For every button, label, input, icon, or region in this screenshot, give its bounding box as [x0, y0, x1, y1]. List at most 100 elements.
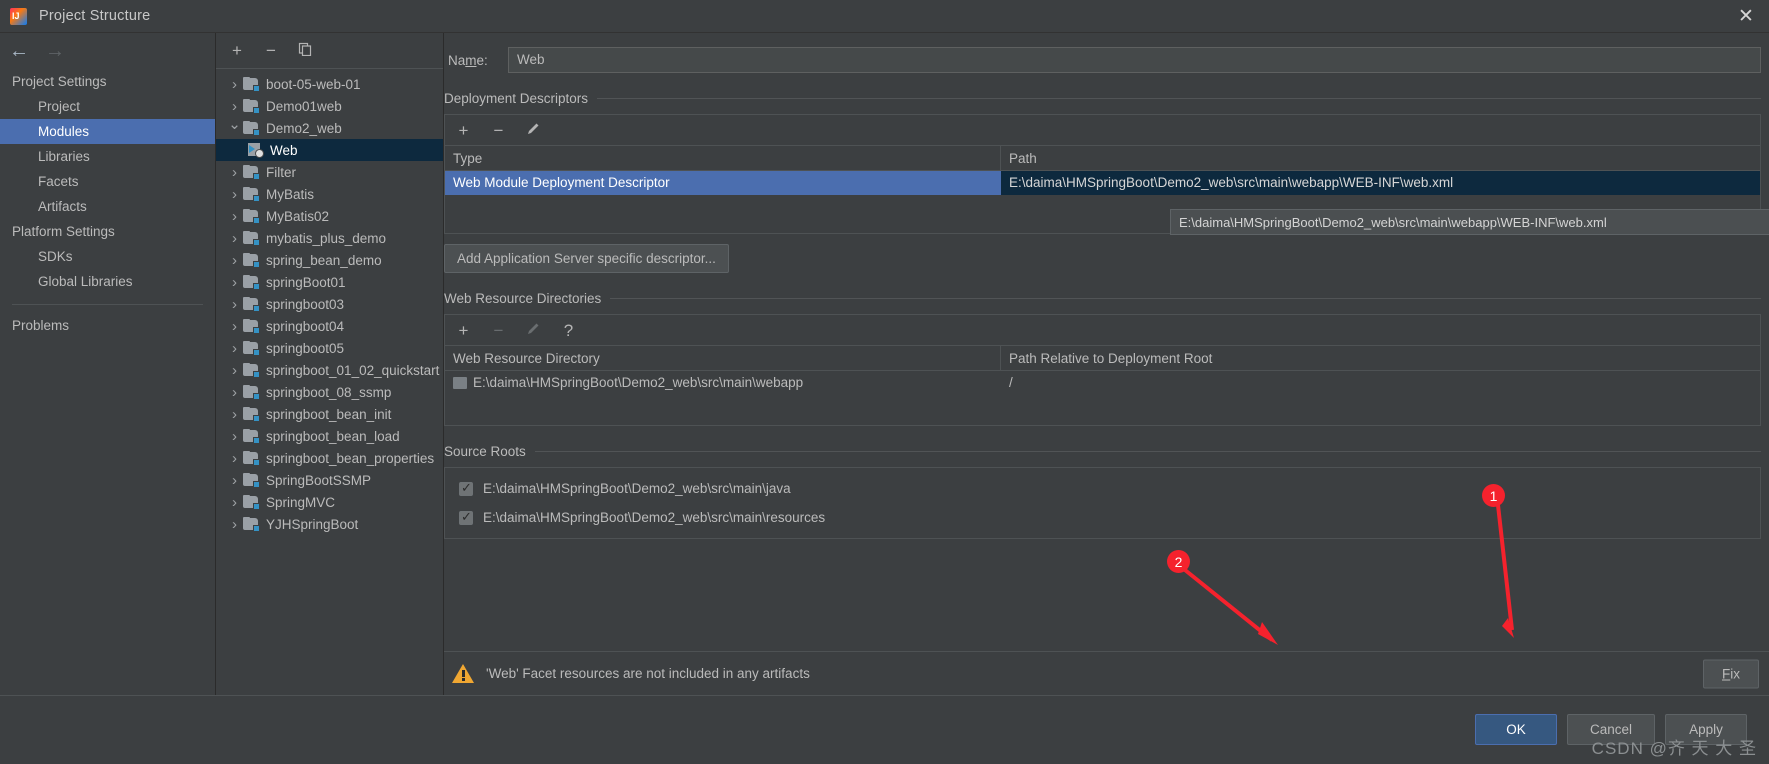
tree-row[interactable]: springBoot01: [216, 271, 443, 293]
name-input[interactable]: Web: [508, 47, 1761, 73]
tree-row[interactable]: Demo2_web: [216, 117, 443, 139]
sidebar-item-modules[interactable]: Modules: [0, 119, 215, 144]
tree-row[interactable]: springboot_bean_load: [216, 425, 443, 447]
tree-row[interactable]: springboot_08_ssmp: [216, 381, 443, 403]
source-root-label: E:\daima\HMSpringBoot\Demo2_web\src\main…: [483, 481, 791, 496]
tree-row[interactable]: YJHSpringBoot: [216, 513, 443, 535]
module-folder-icon: [243, 253, 260, 268]
sidebar-item-problems[interactable]: Problems: [0, 313, 215, 338]
chevron-down-icon[interactable]: [226, 119, 243, 137]
chevron-right-icon[interactable]: [226, 362, 243, 379]
facet-detail-panel: Name: Web Deployment Descriptors + − Typ…: [444, 33, 1769, 764]
tree-row[interactable]: springboot_bean_properties: [216, 447, 443, 469]
warning-triangle-icon: [452, 664, 474, 683]
modules-tree-list[interactable]: boot-05-web-01 Demo01web Demo2_web Web Filte…: [216, 69, 443, 764]
sidebar-item-libraries[interactable]: Libraries: [0, 144, 215, 169]
source-root-checkbox[interactable]: [459, 509, 473, 525]
module-folder-icon: [243, 517, 260, 532]
chevron-right-icon[interactable]: [226, 406, 243, 423]
tree-row[interactable]: springboot_01_02_quickstart: [216, 359, 443, 381]
column-header-path-relative: Path Relative to Deployment Root: [1009, 350, 1213, 366]
web-resource-dir-cell: E:\daima\HMSpringBoot\Demo2_web\src\main…: [445, 371, 1001, 395]
tree-row[interactable]: Demo01web: [216, 95, 443, 117]
chevron-right-icon[interactable]: [226, 494, 243, 511]
sidebar-item-sdks[interactable]: SDKs: [0, 244, 215, 269]
edit-descriptor-pencil-icon[interactable]: [525, 121, 542, 139]
source-root-label: E:\daima\HMSpringBoot\Demo2_web\src\main…: [483, 510, 826, 525]
folder-icon: [453, 377, 467, 389]
chevron-right-icon[interactable]: [226, 296, 243, 313]
sidebar-item-artifacts[interactable]: Artifacts: [0, 194, 215, 219]
remove-module-icon[interactable]: −: [262, 42, 280, 59]
sidebar-item-project[interactable]: Project: [0, 94, 215, 119]
list-item[interactable]: E:\daima\HMSpringBoot\Demo2_web\src\main…: [445, 474, 1760, 503]
chevron-right-icon[interactable]: [226, 428, 243, 445]
dialog-body: ← → Project Settings Project Modules Lib…: [0, 33, 1769, 764]
source-root-checkbox[interactable]: [459, 480, 473, 496]
copy-module-icon[interactable]: [296, 42, 314, 59]
tree-row-label: Demo2_web: [266, 120, 342, 136]
tree-row-label: MyBatis02: [266, 208, 330, 224]
remove-descriptor-icon[interactable]: −: [490, 122, 507, 139]
module-folder-icon: [243, 209, 260, 224]
add-web-resource-icon[interactable]: +: [455, 322, 472, 339]
chevron-right-icon[interactable]: [226, 230, 243, 247]
tree-row[interactable]: Filter: [216, 161, 443, 183]
forward-icon[interactable]: →: [44, 41, 66, 61]
tree-row[interactable]: spring_bean_demo: [216, 249, 443, 271]
ok-button[interactable]: OK: [1474, 714, 1557, 745]
tree-row[interactable]: springboot05: [216, 337, 443, 359]
chevron-right-icon[interactable]: [226, 274, 243, 291]
source-roots-list: E:\daima\HMSpringBoot\Demo2_web\src\main…: [444, 467, 1761, 539]
web-resource-help-icon[interactable]: ?: [560, 322, 577, 339]
chevron-right-icon[interactable]: [226, 384, 243, 401]
table-row[interactable]: Web Module Deployment Descriptor E:\daim…: [445, 171, 1760, 195]
add-descriptor-icon[interactable]: +: [455, 122, 472, 139]
tree-row-label: springboot_bean_properties: [266, 450, 435, 466]
tree-row[interactable]: springboot04: [216, 315, 443, 337]
chevron-right-icon[interactable]: [226, 450, 243, 467]
tree-row[interactable]: SpringBootSSMP: [216, 469, 443, 491]
module-folder-icon: [243, 231, 260, 246]
chevron-right-icon[interactable]: [226, 318, 243, 335]
web-resource-directories-title: Web Resource Directories: [444, 291, 602, 306]
tree-row-selected[interactable]: Web: [216, 139, 443, 161]
column-header-path: Path: [1009, 150, 1037, 166]
fix-button[interactable]: Fix: [1703, 659, 1759, 688]
tree-row[interactable]: boot-05-web-01: [216, 73, 443, 95]
chevron-right-icon[interactable]: [226, 340, 243, 357]
tree-row-label: spring_bean_demo: [266, 252, 382, 268]
chevron-right-icon[interactable]: [226, 164, 243, 181]
chevron-right-icon[interactable]: [226, 472, 243, 489]
list-item[interactable]: E:\daima\HMSpringBoot\Demo2_web\src\main…: [445, 503, 1760, 532]
table-row[interactable]: E:\daima\HMSpringBoot\Demo2_web\src\main…: [445, 371, 1760, 395]
tree-row[interactable]: MyBatis: [216, 183, 443, 205]
dialog-button-bar: OK Cancel Apply CSDN @齐 天 大 圣: [0, 695, 1769, 764]
tree-row-label: springboot04: [266, 318, 345, 334]
module-folder-icon: [243, 407, 260, 422]
chevron-right-icon[interactable]: [226, 252, 243, 269]
tree-row[interactable]: SpringMVC: [216, 491, 443, 513]
chevron-right-icon[interactable]: [226, 98, 243, 115]
add-module-icon[interactable]: +: [228, 42, 246, 59]
sidebar-item-facets[interactable]: Facets: [0, 169, 215, 194]
module-folder-icon: [243, 99, 260, 114]
remove-web-resource-icon[interactable]: −: [490, 322, 507, 339]
edit-web-resource-pencil-icon[interactable]: [525, 321, 542, 339]
tree-row[interactable]: springboot03: [216, 293, 443, 315]
tree-row[interactable]: mybatis_plus_demo: [216, 227, 443, 249]
sidebar-item-global-libraries[interactable]: Global Libraries: [0, 269, 215, 294]
web-resource-table-header: Web Resource Directory Path Relative to …: [445, 345, 1760, 371]
module-folder-icon: [243, 451, 260, 466]
chevron-right-icon[interactable]: [226, 186, 243, 203]
chevron-right-icon[interactable]: [226, 208, 243, 225]
back-icon[interactable]: ←: [8, 41, 30, 61]
tree-row[interactable]: MyBatis02: [216, 205, 443, 227]
deployment-descriptors-title: Deployment Descriptors: [444, 91, 589, 106]
chevron-right-icon[interactable]: [226, 76, 243, 93]
chevron-right-icon[interactable]: [226, 516, 243, 533]
add-application-server-descriptor-button[interactable]: Add Application Server specific descript…: [444, 244, 729, 273]
web-resource-relpath-cell: /: [1009, 375, 1013, 390]
tree-row[interactable]: springboot_bean_init: [216, 403, 443, 425]
close-icon[interactable]: ✕: [1723, 0, 1769, 33]
